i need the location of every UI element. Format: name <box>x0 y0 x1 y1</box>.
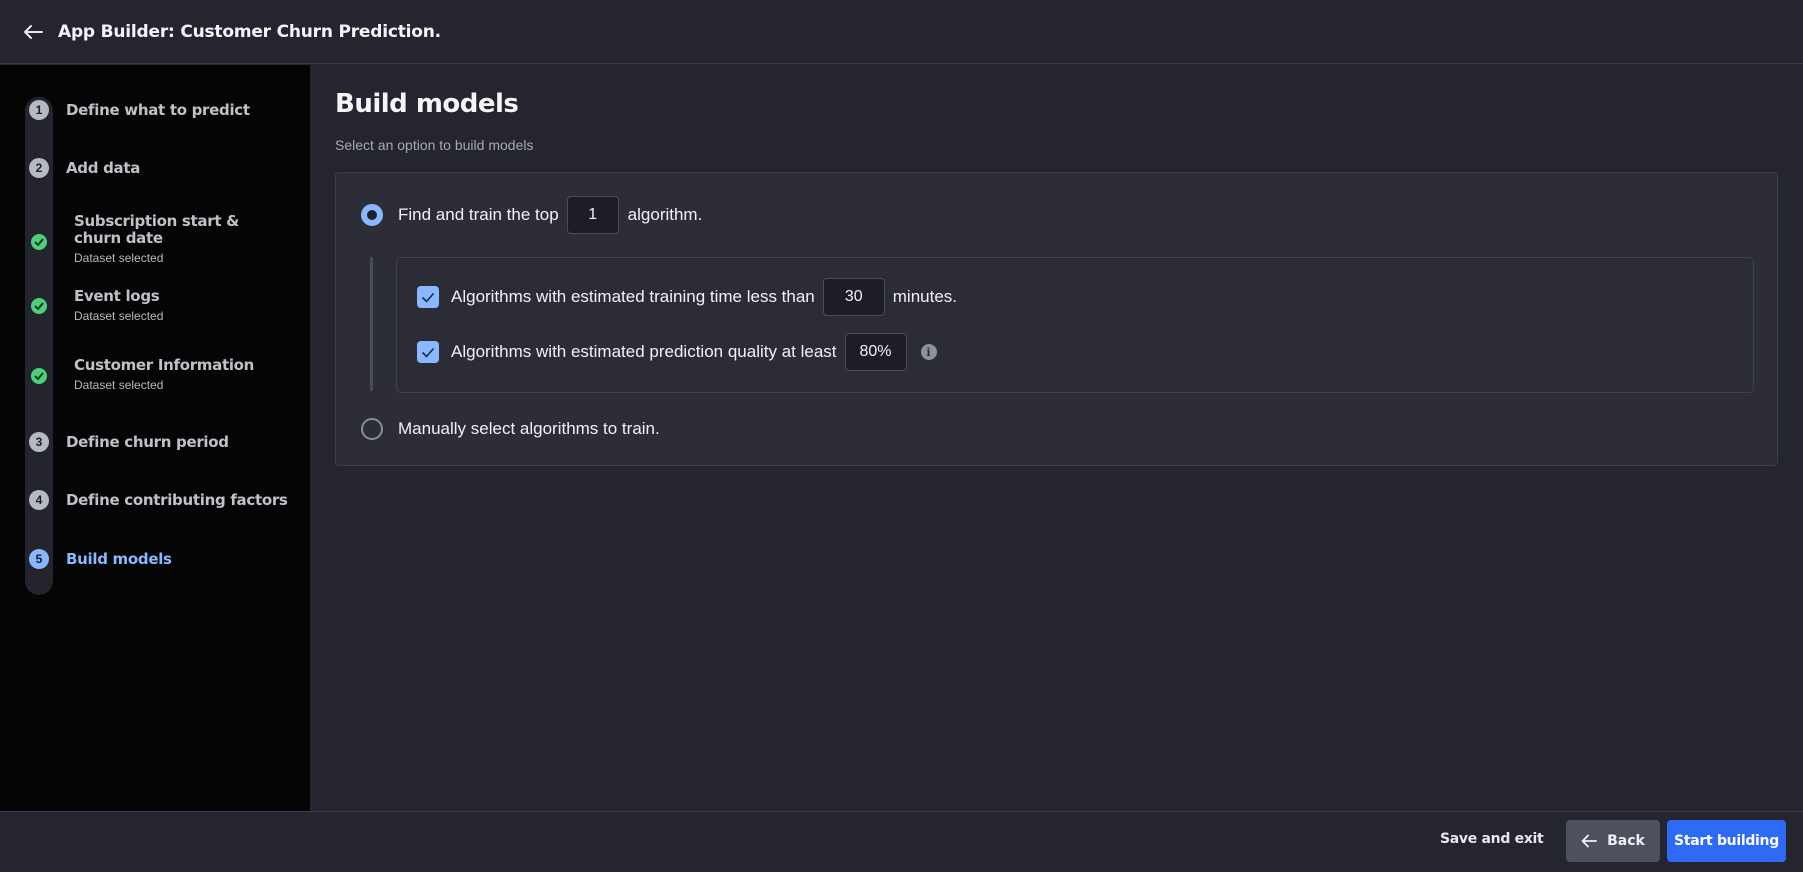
check-circle-icon <box>31 368 47 384</box>
check-circle-icon <box>31 234 47 250</box>
option-auto-suffix: algorithm. <box>627 205 703 224</box>
checkbox-checked-icon[interactable] <box>417 341 439 363</box>
checkbox-checked-icon[interactable] <box>417 286 439 308</box>
dataset-status: Dataset selected <box>74 378 164 392</box>
training-time-input[interactable] <box>822 278 885 316</box>
step-number-badge: 5 <box>29 549 49 569</box>
info-icon[interactable]: i <box>920 344 937 360</box>
sidebar-stepper: 1 Define what to predict 2 Add data Subs… <box>0 65 310 811</box>
step-label: Add data <box>66 159 141 177</box>
option-manual-label: Manually select algorithms to train. <box>398 419 660 438</box>
step-number-badge: 4 <box>29 490 49 510</box>
back-button[interactable]: Back <box>1566 820 1660 862</box>
step-label: Define contributing factors <box>66 491 288 509</box>
radio-unselected-icon[interactable] <box>361 418 383 440</box>
top-n-input[interactable] <box>566 196 619 234</box>
footer-bar: Save and exit Back Start building <box>0 811 1803 872</box>
step-number-badge: 1 <box>29 100 49 120</box>
criterion-prediction-quality[interactable]: Algorithms with estimated prediction qua… <box>417 333 937 371</box>
step-label: Build models <box>66 550 172 568</box>
arrow-left-icon <box>1581 834 1598 848</box>
back-arrow-icon[interactable] <box>18 17 48 47</box>
dataset-label: Customer Information <box>74 356 255 374</box>
back-button-label: Back <box>1607 833 1645 849</box>
criterion-training-time[interactable]: Algorithms with estimated training time … <box>417 278 957 316</box>
main-content: Build models Select an option to build m… <box>310 65 1803 811</box>
start-building-button[interactable]: Start building <box>1667 820 1786 862</box>
dataset-label: Subscription start & churn date <box>74 212 239 247</box>
build-options-panel: Find and train the top algorithm. Algori… <box>335 172 1778 466</box>
criteria-box: Algorithms with estimated training time … <box>396 257 1754 393</box>
step-label: Define churn period <box>66 433 229 451</box>
step-number-badge: 3 <box>29 432 49 452</box>
option-auto-top-algorithms[interactable]: Find and train the top algorithm. <box>361 196 702 234</box>
dataset-status: Dataset selected <box>74 309 164 323</box>
option-manual-select[interactable]: Manually select algorithms to train. <box>361 418 660 440</box>
page-title: Build models <box>335 89 519 119</box>
app-title: App Builder: Customer Churn Prediction. <box>58 21 441 42</box>
check-circle-icon <box>31 298 47 314</box>
indent-line <box>370 257 373 391</box>
save-and-exit-button[interactable]: Save and exit <box>1440 831 1544 847</box>
prediction-quality-input[interactable] <box>844 333 907 371</box>
criterion-time-suffix: minutes. <box>892 287 958 306</box>
top-bar: App Builder: Customer Churn Prediction. <box>0 0 1803 64</box>
step-label: Define what to predict <box>66 101 250 119</box>
option-auto-prefix: Find and train the top <box>398 205 559 224</box>
dataset-label: Event logs <box>74 287 160 305</box>
criterion-time-prefix: Algorithms with estimated training time … <box>451 287 815 306</box>
step-number-badge: 2 <box>29 158 49 178</box>
radio-selected-icon[interactable] <box>361 204 383 226</box>
dataset-status: Dataset selected <box>74 251 164 265</box>
page-subtitle: Select an option to build models <box>335 137 534 153</box>
criterion-quality-prefix: Algorithms with estimated prediction qua… <box>451 342 837 361</box>
